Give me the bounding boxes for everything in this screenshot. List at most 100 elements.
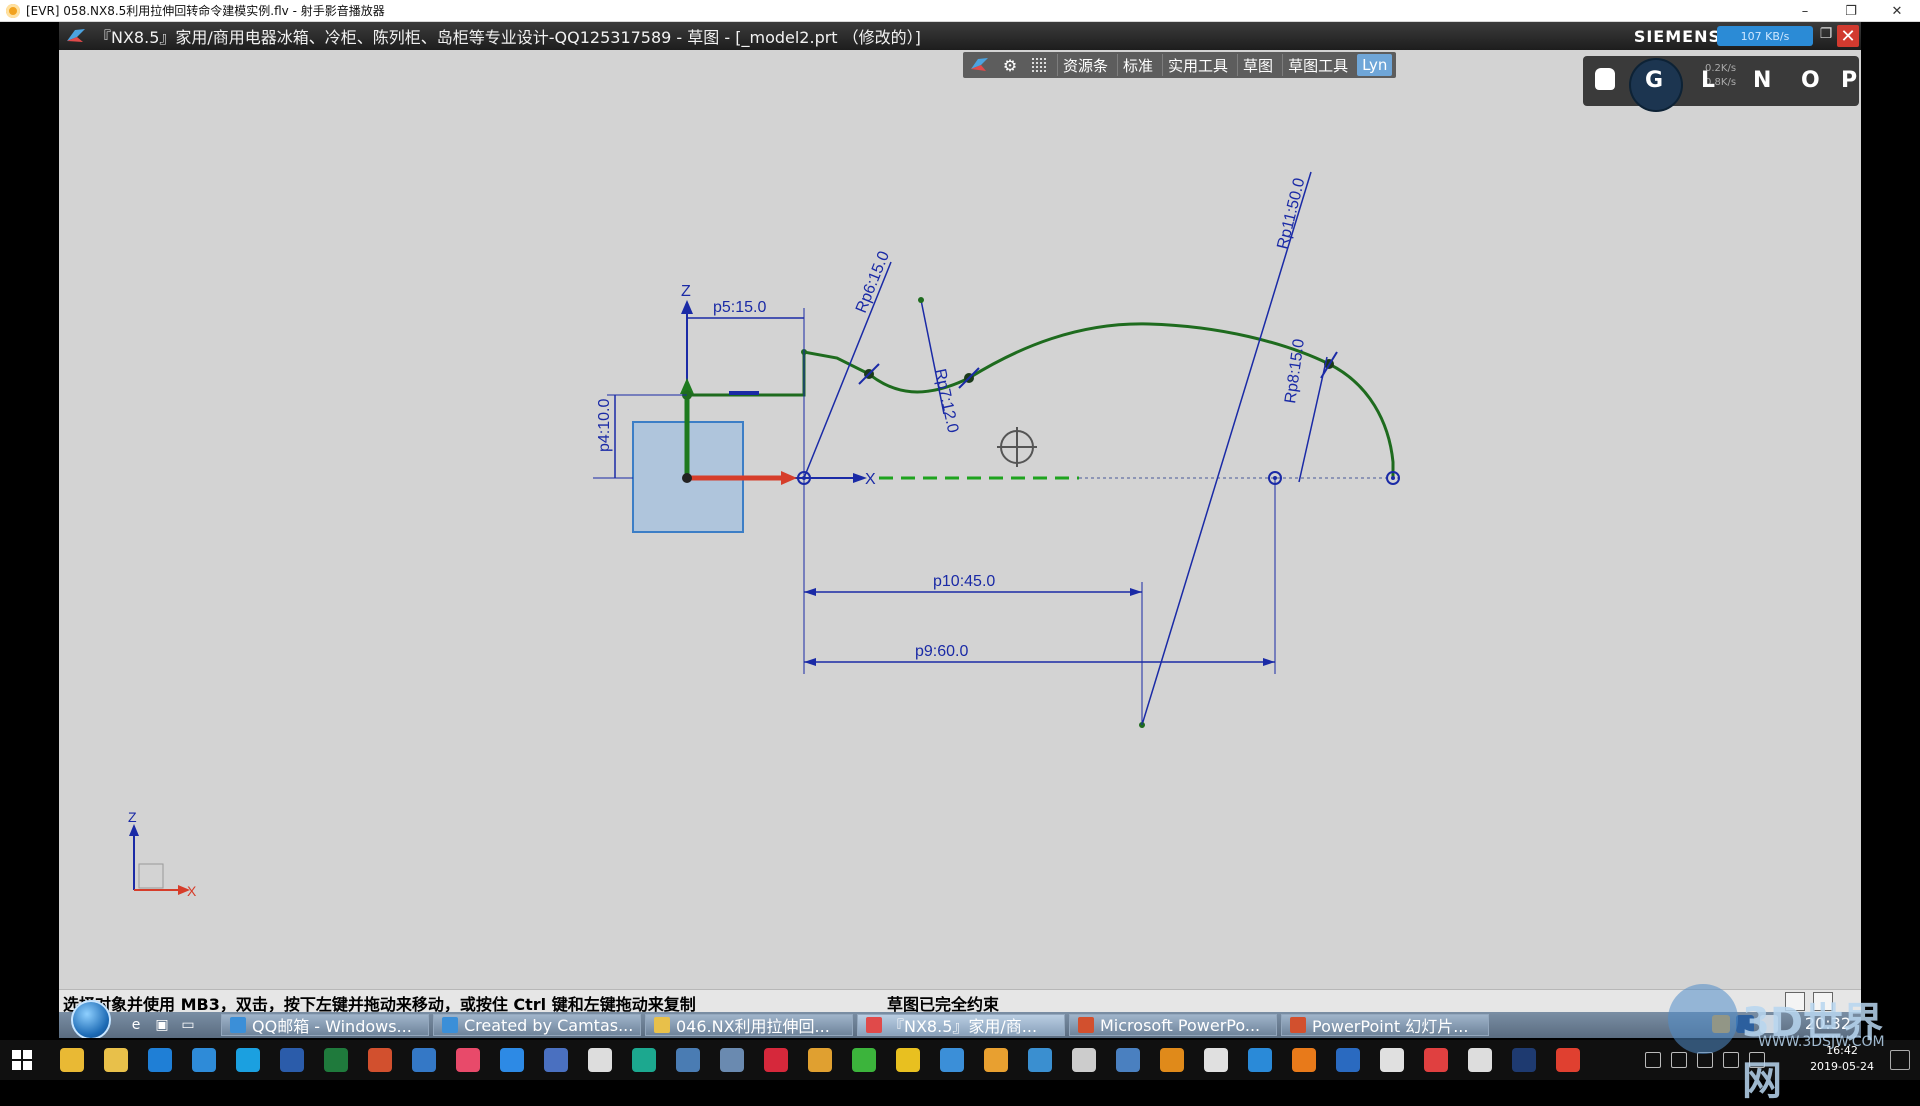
view-triad-z-label: Z xyxy=(128,809,137,825)
ie-icon xyxy=(442,1017,458,1033)
watermark-logo xyxy=(1668,984,1738,1054)
app-icon[interactable] xyxy=(720,1048,744,1072)
radius-line-rp8 xyxy=(1298,356,1328,483)
qq-icon[interactable] xyxy=(808,1048,832,1072)
player-app-icon xyxy=(6,3,20,18)
task-label: Microsoft PowerPo... xyxy=(1100,1015,1261,1035)
folder-icon xyxy=(654,1017,670,1033)
skype-icon[interactable] xyxy=(236,1048,260,1072)
dim-rp11[interactable]: Rp11:50.0 xyxy=(1274,176,1308,251)
powerpoint-icon[interactable] xyxy=(368,1048,392,1072)
close-button[interactable]: ✕ xyxy=(1874,0,1920,22)
app-icon[interactable] xyxy=(1556,1048,1580,1072)
task-label: PowerPoint 幻灯片... xyxy=(1312,1017,1469,1036)
ie-quicklaunch-icon[interactable]: e xyxy=(125,1015,147,1035)
task-folder[interactable]: 046.NX利用拉伸回... xyxy=(645,1014,853,1036)
watermark: 3D世界网 WWW.3DSJW.COM xyxy=(1668,984,1908,1104)
ime-icon[interactable] xyxy=(1723,1052,1739,1068)
notes-icon[interactable] xyxy=(412,1048,436,1072)
ie-icon[interactable] xyxy=(192,1048,216,1072)
host-taskbar: 16:42 2019-05-24 xyxy=(0,1040,1920,1080)
start-orb-icon[interactable] xyxy=(71,1000,111,1038)
dim-rp7[interactable]: Rp7:12.0 xyxy=(931,367,961,434)
app-icon[interactable] xyxy=(632,1048,656,1072)
tray-icon[interactable] xyxy=(1645,1052,1661,1068)
dim-p9[interactable]: p9:60.0 xyxy=(915,643,968,660)
radius-line-rp6 xyxy=(803,261,892,479)
task-ppt-slideshow[interactable]: PowerPoint 幻灯片... xyxy=(1281,1014,1489,1036)
task-label: QQ邮箱 - Windows... xyxy=(252,1017,412,1036)
chrome-icon[interactable] xyxy=(60,1048,84,1072)
origin-point[interactable] xyxy=(682,473,692,483)
status-bar: 选择对象并使用 MB3，双击，按下左键并拖动来移动，或按住 Ctrl 键和左键拖… xyxy=(59,989,1861,1014)
player-window-title: [EVR] 058.NX8.5利用拉伸回转命令建模实例.flv - 射手影音播放… xyxy=(26,4,385,18)
rp7-center[interactable] xyxy=(918,297,924,303)
app-icon[interactable] xyxy=(1292,1048,1316,1072)
restore-button[interactable]: ❐ xyxy=(1828,0,1874,22)
radius-line-rp11 xyxy=(1141,171,1312,726)
watermark-url: WWW.3DSJW.COM xyxy=(1758,1034,1885,1050)
network-icon[interactable] xyxy=(1697,1052,1713,1068)
task-label: 046.NX利用拉伸回... xyxy=(676,1017,830,1036)
dim-p10[interactable]: p10:45.0 xyxy=(933,573,995,590)
tangent-mark-2 xyxy=(958,367,980,389)
inner-taskbar: e ▣ ▭ QQ邮箱 - Windows... Created by Camta… xyxy=(59,1000,1861,1038)
powerpoint-icon xyxy=(1078,1017,1094,1033)
app-icon[interactable] xyxy=(1072,1048,1096,1072)
excel-icon[interactable] xyxy=(324,1048,348,1072)
minimize-button[interactable]: – xyxy=(1782,0,1828,22)
app-icon[interactable] xyxy=(456,1048,480,1072)
dim-arrow-p10-right xyxy=(1130,588,1142,596)
dim-arrow-p10-left xyxy=(804,588,816,596)
move-cursor-icon xyxy=(997,427,1037,467)
dim-arrow-p9-left xyxy=(804,658,816,666)
app-icon[interactable] xyxy=(588,1048,612,1072)
video-frame: 『NX8.5』家用/商用电器冰箱、冷柜、陈列柜、岛柜等专业设计-QQ125317… xyxy=(59,22,1861,1038)
task-qq-mail[interactable]: QQ邮箱 - Windows... xyxy=(221,1014,429,1036)
app-icon[interactable] xyxy=(500,1048,524,1072)
task-powerpoint[interactable]: Microsoft PowerPo... xyxy=(1069,1014,1277,1036)
nx-icon[interactable] xyxy=(1028,1048,1052,1072)
wechat-icon[interactable] xyxy=(852,1048,876,1072)
z-axis-label: Z xyxy=(681,283,691,300)
view-triad-x-label: X xyxy=(187,883,197,899)
player-title-bar: [EVR] 058.NX8.5利用拉伸回转命令建模实例.flv - 射手影音播放… xyxy=(0,0,1920,22)
word-icon[interactable] xyxy=(280,1048,304,1072)
z-axis-arrow xyxy=(681,300,693,314)
app-icon[interactable] xyxy=(544,1048,568,1072)
app-icon[interactable] xyxy=(1336,1048,1360,1072)
app-icon[interactable] xyxy=(1424,1048,1448,1072)
windows-start-icon[interactable] xyxy=(12,1050,32,1070)
app-icon[interactable] xyxy=(764,1048,788,1072)
desktop-quicklaunch-icon[interactable]: ▭ xyxy=(177,1015,199,1035)
search-icon[interactable] xyxy=(1160,1048,1184,1072)
ie-icon xyxy=(230,1017,246,1033)
tangent-mark-1 xyxy=(858,363,880,385)
dim-p4[interactable]: p4:10.0 xyxy=(596,399,613,452)
sketch-canvas[interactable]: Z X p5:15.0 p4:10.0 Rp6:15.0 Rp7:12.0 Rp… xyxy=(59,22,1861,982)
edge-icon[interactable] xyxy=(148,1048,172,1072)
view-triad-plane xyxy=(138,863,164,889)
app-icon[interactable] xyxy=(1116,1048,1140,1072)
axis-point-3-dot xyxy=(1391,476,1395,480)
task-nx[interactable]: 『NX8.5』家用/商... xyxy=(857,1014,1065,1036)
app-icon[interactable] xyxy=(1380,1048,1404,1072)
computer-quicklaunch-icon[interactable]: ▣ xyxy=(151,1015,173,1035)
app-icon[interactable] xyxy=(676,1048,700,1072)
tray-icon[interactable] xyxy=(1671,1052,1687,1068)
triad-x-arrow xyxy=(781,471,797,485)
app-icon[interactable] xyxy=(1468,1048,1492,1072)
app-icon[interactable] xyxy=(1204,1048,1228,1072)
shooter-player-icon[interactable] xyxy=(984,1048,1008,1072)
app-icon[interactable] xyxy=(1248,1048,1272,1072)
dim-p5[interactable]: p5:15.0 xyxy=(713,299,766,316)
app-icon[interactable] xyxy=(940,1048,964,1072)
photoshop-icon[interactable] xyxy=(1512,1048,1536,1072)
task-label: 『NX8.5』家用/商... xyxy=(888,1017,1038,1036)
file-explorer-icon[interactable] xyxy=(104,1048,128,1072)
slideshow-icon xyxy=(1290,1017,1306,1033)
player-icon[interactable] xyxy=(896,1048,920,1072)
view-triad-z-arrow xyxy=(129,824,139,836)
x-axis-label: X xyxy=(865,471,876,488)
task-camtasia[interactable]: Created by Camtas... xyxy=(433,1014,641,1036)
